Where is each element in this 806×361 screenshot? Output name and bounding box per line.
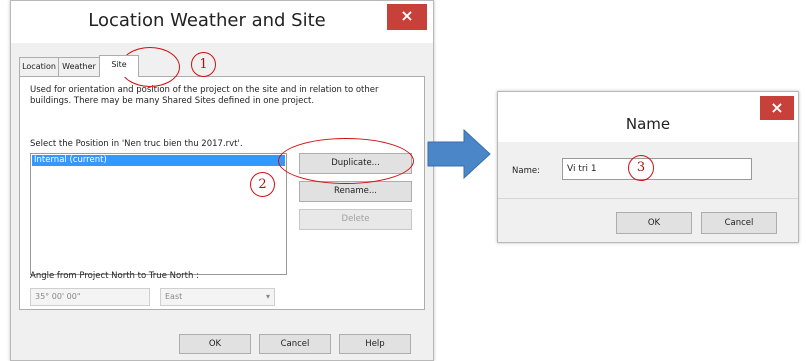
delete-button[interactable]: Delete: [299, 209, 412, 230]
title-bar: Location Weather and Site: [11, 1, 433, 43]
name-close-button[interactable]: ×: [760, 96, 794, 120]
callout-3: 3: [628, 155, 654, 181]
site-tab-panel: Used for orientation and position of the…: [19, 76, 425, 310]
name-label: Name:: [512, 166, 540, 176]
tab-site[interactable]: Site: [99, 55, 139, 77]
direction-value: East: [165, 292, 183, 301]
name-cancel-button[interactable]: Cancel: [701, 212, 777, 234]
name-input[interactable]: Vi tri 1: [562, 158, 752, 180]
name-ok-button[interactable]: OK: [616, 212, 692, 234]
callout-2: 2: [250, 172, 275, 197]
site-description: Used for orientation and position of the…: [30, 85, 379, 106]
divider: [498, 198, 798, 199]
angle-input[interactable]: 35° 00' 00": [30, 288, 150, 306]
tab-weather[interactable]: Weather: [58, 57, 100, 76]
close-icon: ×: [400, 6, 414, 25]
ok-button[interactable]: OK: [179, 334, 251, 354]
positions-listbox[interactable]: Internal (current): [30, 153, 287, 275]
rename-button[interactable]: Rename...: [299, 181, 412, 202]
cancel-button[interactable]: Cancel: [259, 334, 331, 354]
angle-label: Angle from Project North to True North :: [30, 271, 199, 281]
right-arrow: [427, 128, 491, 180]
callout-1: 1: [191, 52, 216, 77]
duplicate-highlight-ring: [278, 138, 414, 184]
help-button[interactable]: Help: [339, 334, 411, 354]
dialog-title: Location Weather and Site: [88, 10, 326, 31]
select-position-label: Select the Position in 'Nen truc bien th…: [30, 139, 243, 149]
close-icon: ×: [770, 98, 784, 117]
direction-select[interactable]: East ▾: [160, 288, 275, 306]
name-title-bar: Name: [498, 92, 798, 142]
list-item[interactable]: Internal (current): [32, 155, 285, 166]
tab-location[interactable]: Location: [19, 57, 59, 76]
close-button[interactable]: ×: [387, 4, 427, 30]
name-dialog-title: Name: [625, 115, 671, 133]
dropdown-arrow-icon: ▾: [265, 292, 270, 301]
